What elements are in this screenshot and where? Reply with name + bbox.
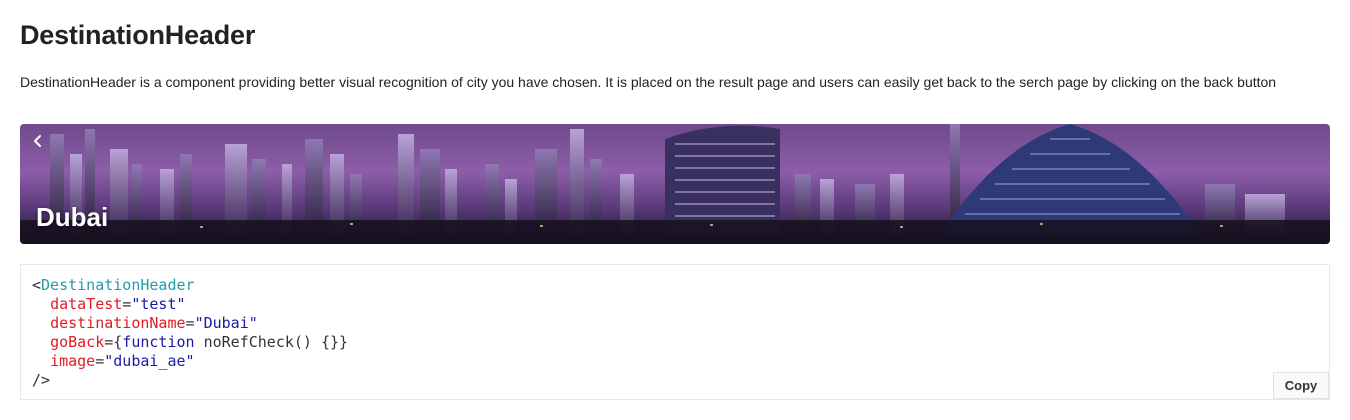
code-close-tag: />: [32, 371, 51, 389]
code-prop-name: dataTest: [50, 295, 123, 313]
city-skyline-image: [20, 124, 1330, 244]
code-prop-value: function: [122, 333, 195, 351]
code-prop-value: "Dubai": [194, 314, 258, 332]
page-title: DestinationHeader: [20, 20, 256, 50]
code-prop-value: "dubai_ae": [104, 352, 195, 370]
code-example: <DestinationHeader dataTest="test" desti…: [20, 264, 1330, 400]
back-button[interactable]: [32, 134, 56, 158]
code-prop-name: goBack: [50, 333, 105, 351]
code-prop-value: "test": [131, 295, 186, 313]
code-open-bracket: <: [32, 276, 42, 294]
code-prop-name: image: [50, 352, 96, 370]
chevron-left-icon: [34, 135, 41, 147]
destination-name: Dubai: [36, 202, 109, 232]
page-description: DestinationHeader is a component providi…: [20, 74, 1277, 90]
copy-button[interactable]: Copy: [1273, 372, 1329, 399]
code-block: <DestinationHeader dataTest="test" desti…: [32, 276, 349, 389]
destination-header: Dubai: [20, 124, 1330, 244]
code-prop-name: destinationName: [50, 314, 186, 332]
code-component-name: DestinationHeader: [41, 276, 195, 294]
